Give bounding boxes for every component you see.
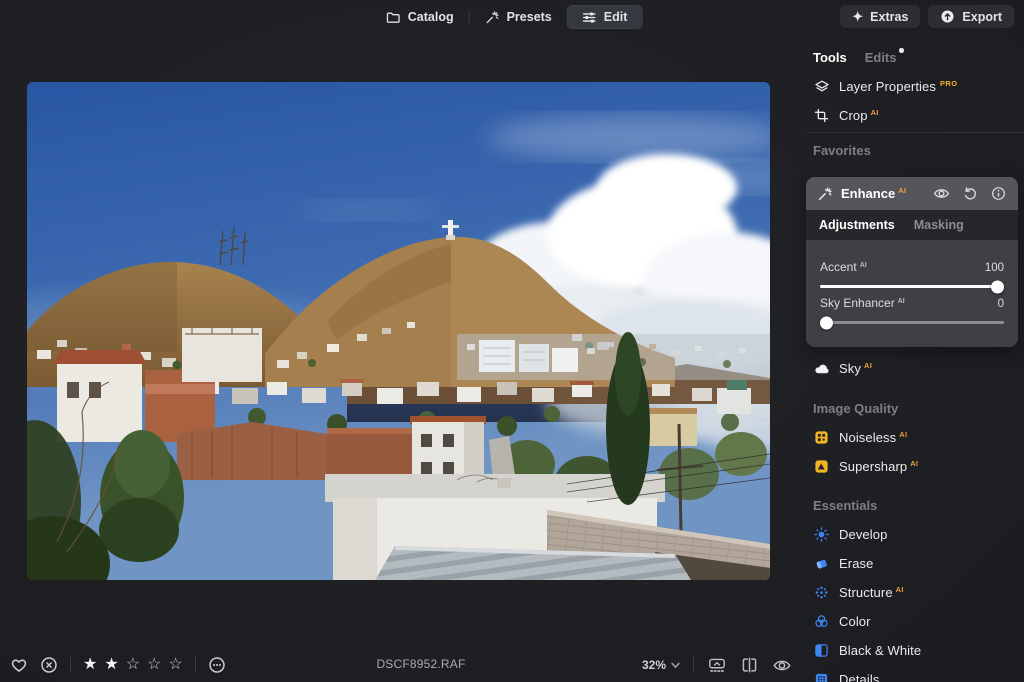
- zoom-level-value: 32%: [642, 658, 666, 672]
- sidebar-item-supersharp[interactable]: SupersharpAI: [806, 452, 1024, 481]
- sidebar-item-structure[interactable]: StructureAI: [806, 578, 1024, 607]
- tab-edit-label: Edit: [604, 10, 628, 24]
- edits-notification-dot: [899, 48, 904, 53]
- sliders-icon: [582, 10, 597, 25]
- export-button[interactable]: Export: [928, 5, 1014, 28]
- enhance-body: AccentAI 100 Sky EnhancerAI 0: [806, 240, 1018, 347]
- structure-label: StructureAI: [839, 585, 904, 600]
- layers-icon: [813, 79, 830, 95]
- export-label: Export: [962, 10, 1002, 24]
- sidebar-item-layer-properties[interactable]: Layer PropertiesPRO: [806, 72, 1024, 101]
- undo-icon[interactable]: [963, 186, 978, 201]
- color-wheel-icon: [813, 614, 830, 629]
- favorites-header: Favorites: [806, 136, 1024, 165]
- ai-badge: AI: [898, 186, 906, 195]
- enhance-panel: EnhanceAI A: [806, 177, 1018, 347]
- black-white-label: Black & White: [839, 643, 921, 658]
- cloud-icon: [813, 361, 830, 377]
- noiseless-icon: [813, 430, 830, 445]
- sidebar-item-color[interactable]: Color: [806, 607, 1024, 636]
- supersharp-icon: [813, 459, 830, 474]
- accent-slider[interactable]: [820, 285, 1004, 288]
- view-switcher: Catalog Presets Edit: [371, 5, 643, 29]
- details-grid-icon: [813, 672, 830, 682]
- extras-label: Extras: [870, 10, 908, 24]
- export-icon: [940, 9, 955, 24]
- extras-button[interactable]: ✦ Extras: [840, 5, 920, 28]
- crop-icon: [813, 108, 830, 123]
- essentials-header: Essentials: [806, 491, 1024, 520]
- sky-enhancer-slider-value: 0: [998, 298, 1004, 310]
- erase-label: Erase: [839, 556, 873, 571]
- tab-tools[interactable]: Tools: [813, 50, 847, 65]
- black-white-icon: [813, 643, 830, 658]
- color-label: Color: [839, 614, 871, 629]
- visibility-eye-icon[interactable]: [933, 185, 950, 202]
- details-label: Details: [839, 672, 879, 682]
- sidebar-item-develop[interactable]: Develop: [806, 520, 1024, 549]
- preview-eye-icon[interactable]: [772, 656, 792, 675]
- sidebar-item-details[interactable]: Details: [806, 665, 1024, 682]
- accent-slider-knob[interactable]: [991, 280, 1004, 293]
- sky-enhancer-slider[interactable]: [820, 321, 1004, 324]
- tab-edit[interactable]: Edit: [567, 5, 643, 29]
- sky-label: SkyAI: [839, 361, 872, 376]
- sidebar-item-crop[interactable]: CropAI: [806, 101, 1024, 130]
- zoom-level-dropdown[interactable]: 32%: [642, 658, 680, 672]
- folder-icon: [386, 10, 401, 25]
- edit-sidebar: Tools Edits Layer PropertiesPRO CropAI F…: [806, 38, 1024, 682]
- enhance-tabs: Adjustments Masking: [806, 210, 1018, 240]
- top-toolbar: Catalog Presets Edit ✦ Extras: [0, 0, 1024, 34]
- accent-slider-label: AccentAI: [820, 260, 867, 274]
- photo-image: [27, 82, 770, 580]
- accent-slider-value: 100: [985, 262, 1004, 274]
- develop-label: Develop: [839, 527, 887, 542]
- structure-burst-icon: [813, 585, 830, 600]
- compare-before-after-icon[interactable]: [740, 656, 759, 674]
- favorite-heart-icon[interactable]: [10, 656, 28, 674]
- tab-edits[interactable]: Edits: [865, 50, 897, 65]
- sidebar-tabs: Tools Edits: [806, 43, 1024, 72]
- sidebar-divider: [806, 132, 1024, 133]
- tab-presets[interactable]: Presets: [470, 5, 567, 29]
- bottom-separator: [693, 657, 694, 673]
- filmstrip-panel-icon[interactable]: [707, 656, 727, 674]
- enhance-icon: [817, 186, 833, 202]
- tab-catalog-label: Catalog: [408, 10, 454, 24]
- image-quality-header: Image Quality: [806, 394, 1024, 423]
- presets-wand-icon: [485, 10, 500, 25]
- sidebar-item-black-white[interactable]: Black & White: [806, 636, 1024, 665]
- enhance-panel-header[interactable]: EnhanceAI: [806, 177, 1018, 210]
- noiseless-label: NoiselessAI: [839, 430, 907, 445]
- top-right-actions: ✦ Extras Export: [840, 5, 1014, 28]
- layer-properties-label: Layer PropertiesPRO: [839, 79, 957, 94]
- supersharp-label: SupersharpAI: [839, 459, 918, 474]
- eraser-icon: [813, 556, 830, 571]
- info-icon[interactable]: [991, 186, 1006, 201]
- sidebar-item-noiseless[interactable]: NoiselessAI: [806, 423, 1024, 452]
- crop-label: CropAI: [839, 108, 879, 123]
- tab-catalog[interactable]: Catalog: [371, 5, 469, 29]
- tab-adjustments[interactable]: Adjustments: [819, 218, 895, 232]
- enhance-title: EnhanceAI: [841, 186, 906, 201]
- chevron-down-icon: [671, 662, 680, 669]
- sparkle-icon: ✦: [852, 10, 863, 23]
- bottom-toolbar: ★ ★ ☆ ☆ ☆ DSCF8952.RAF 32%: [0, 648, 806, 682]
- photo-canvas[interactable]: [27, 82, 770, 580]
- tab-masking[interactable]: Masking: [914, 218, 964, 232]
- sun-icon: [813, 527, 830, 542]
- tab-presets-label: Presets: [507, 10, 552, 24]
- pro-badge: PRO: [940, 79, 957, 88]
- sky-enhancer-slider-label: Sky EnhancerAI: [820, 296, 905, 310]
- ai-badge: AI: [871, 108, 879, 117]
- sky-enhancer-slider-knob[interactable]: [820, 316, 833, 329]
- sidebar-item-sky[interactable]: SkyAI: [806, 354, 1024, 383]
- sidebar-item-erase[interactable]: Erase: [806, 549, 1024, 578]
